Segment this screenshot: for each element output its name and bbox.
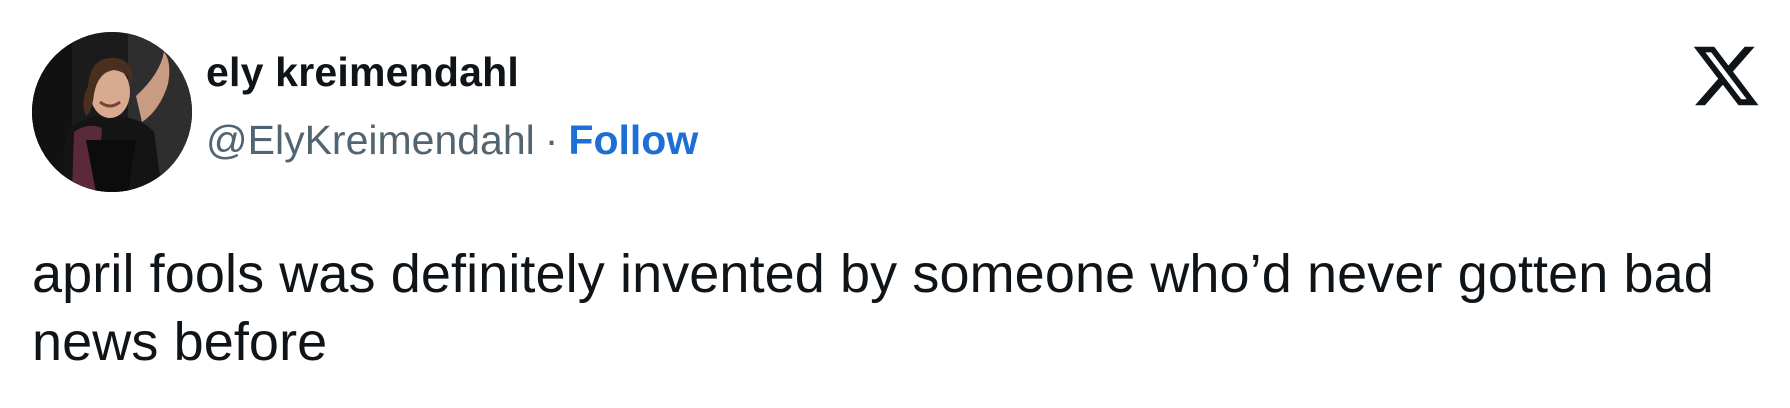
x-logo-icon[interactable] — [1690, 40, 1762, 112]
author-info: ely kreimendahl @ElyKreimendahl · Follow — [206, 44, 698, 168]
tweet-card: ely kreimendahl @ElyKreimendahl · Follow a… — [0, 0, 1790, 408]
avatar-image — [32, 32, 192, 192]
display-name[interactable]: ely kreimendahl — [206, 44, 698, 100]
handle-row: @ElyKreimendahl · Follow — [206, 112, 698, 168]
tweet-text: april fools was definitely invented by s… — [32, 244, 1714, 372]
avatar[interactable] — [32, 32, 192, 192]
separator-dot: · — [544, 117, 559, 163]
follow-link[interactable]: Follow — [568, 117, 698, 163]
author-handle[interactable]: @ElyKreimendahl — [206, 117, 535, 163]
